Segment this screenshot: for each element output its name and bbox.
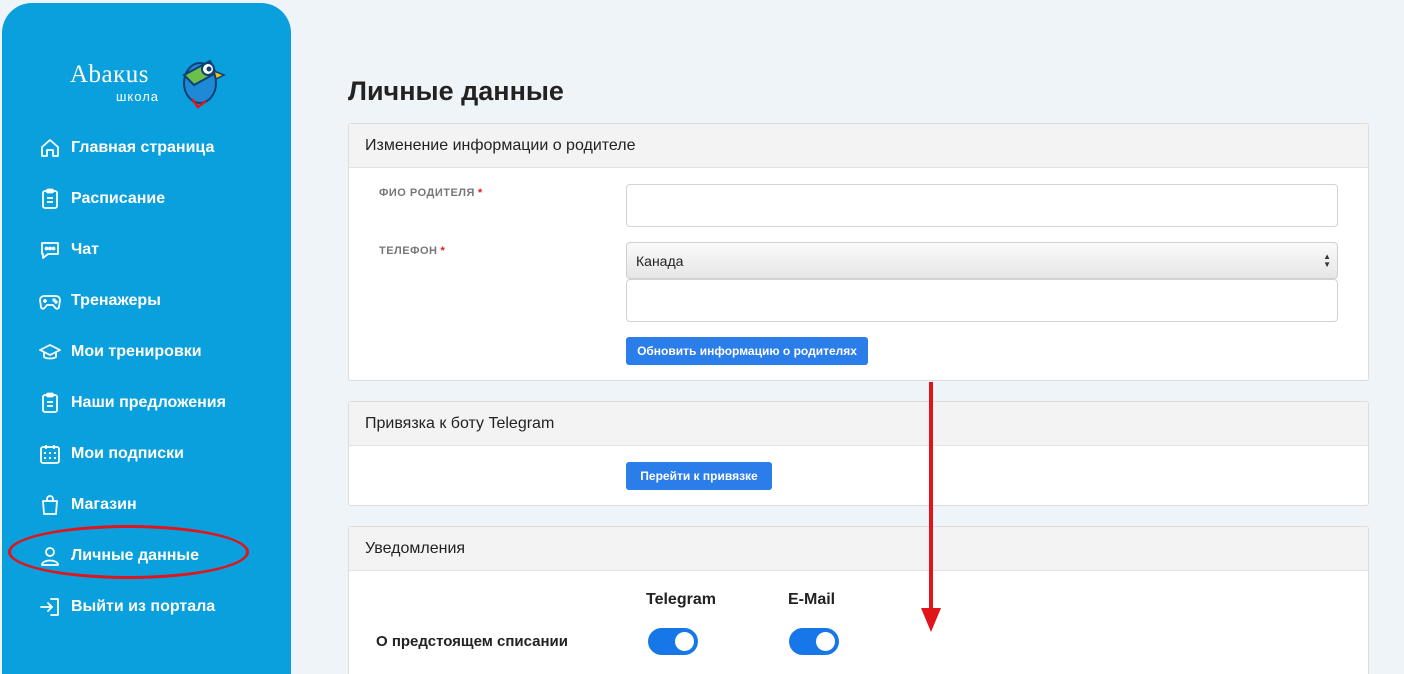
column-header-telegram: Telegram [646, 591, 716, 608]
parent-info-card: Изменение информации о родителе ФИО РОДИ… [348, 123, 1369, 381]
sidebar-item-label: Мои подписки [71, 445, 185, 462]
sidebar-item-home[interactable]: Главная страница [38, 133, 214, 163]
page-title: Личные данные [348, 76, 564, 106]
home-icon [41, 139, 59, 157]
telegram-toggle[interactable] [648, 628, 698, 655]
country-select-value: Канада [636, 252, 684, 269]
sidebar-item-label: Чат [71, 241, 99, 258]
email-toggle[interactable] [789, 628, 839, 655]
sidebar-item-offers[interactable]: Наши предложения [38, 388, 226, 418]
phone-input[interactable] [626, 279, 1338, 322]
sidebar-item-logout[interactable]: Выйти из портала [38, 592, 215, 622]
sidebar-item-schedule[interactable]: Расписание [38, 184, 165, 214]
telegram-link-button[interactable]: Перейти к привязке [626, 462, 772, 490]
parrot-logo-icon [182, 59, 226, 109]
card-header: Привязка к боту Telegram [349, 402, 1368, 446]
calendar-icon [40, 445, 60, 464]
select-arrows-icon: ▲ ▼ [1323, 252, 1331, 269]
notifications-card: Уведомления Telegram E-Mail О предстояще… [348, 526, 1369, 674]
shopping-bag-icon [42, 495, 58, 515]
parent-name-input[interactable] [626, 184, 1338, 227]
sidebar-item-label: Тренажеры [71, 292, 161, 309]
notification-row-label: О предстоящем списании [376, 633, 568, 650]
logo-text: Abaкus [70, 61, 150, 88]
chat-icon [41, 242, 59, 259]
annotation-ellipse [8, 525, 249, 579]
sidebar-item-label: Главная страница [71, 139, 215, 156]
parent-name-label: ФИО РОДИТЕЛЯ * [379, 187, 483, 199]
sidebar-item-label: Выйти из портала [71, 598, 216, 615]
card-header: Изменение информации о родителе [349, 124, 1368, 168]
logo-subtitle: школа [116, 89, 160, 104]
phone-label: ТЕЛЕФОН * [379, 245, 446, 257]
required-mark: * [477, 187, 483, 199]
clipboard-icon [42, 188, 58, 209]
sidebar-item-my-trainings[interactable]: Мои тренировки [38, 337, 202, 367]
column-header-email: E-Mail [788, 591, 836, 608]
logout-icon [40, 598, 59, 616]
sidebar-item-shop[interactable]: Магазин [38, 490, 137, 520]
annotation-arrow [921, 382, 941, 632]
graduation-cap-icon [39, 344, 61, 360]
sidebar-item-subscriptions[interactable]: Мои подписки [38, 439, 184, 469]
sidebar-item-label: Расписание [71, 190, 166, 207]
sidebar-item-trainers[interactable]: Тренажеры [38, 286, 161, 316]
sidebar-item-label: Наши предложения [71, 394, 226, 411]
card-header: Уведомления [349, 527, 1368, 571]
sidebar-item-label: Магазин [71, 496, 137, 513]
sidebar-item-chat[interactable]: Чат [38, 235, 99, 265]
country-select[interactable]: Канада ▲ ▼ [626, 242, 1338, 279]
gamepad-icon [39, 295, 61, 310]
telegram-card: Привязка к боту Telegram Перейти к привя… [348, 401, 1369, 506]
sidebar-item-label: Мои тренировки [71, 343, 202, 360]
required-mark: * [440, 245, 446, 257]
clipboard-icon [42, 392, 58, 413]
logo[interactable]: Abaкus школа [70, 51, 230, 111]
update-parent-info-button[interactable]: Обновить информацию о родителях [626, 337, 868, 365]
